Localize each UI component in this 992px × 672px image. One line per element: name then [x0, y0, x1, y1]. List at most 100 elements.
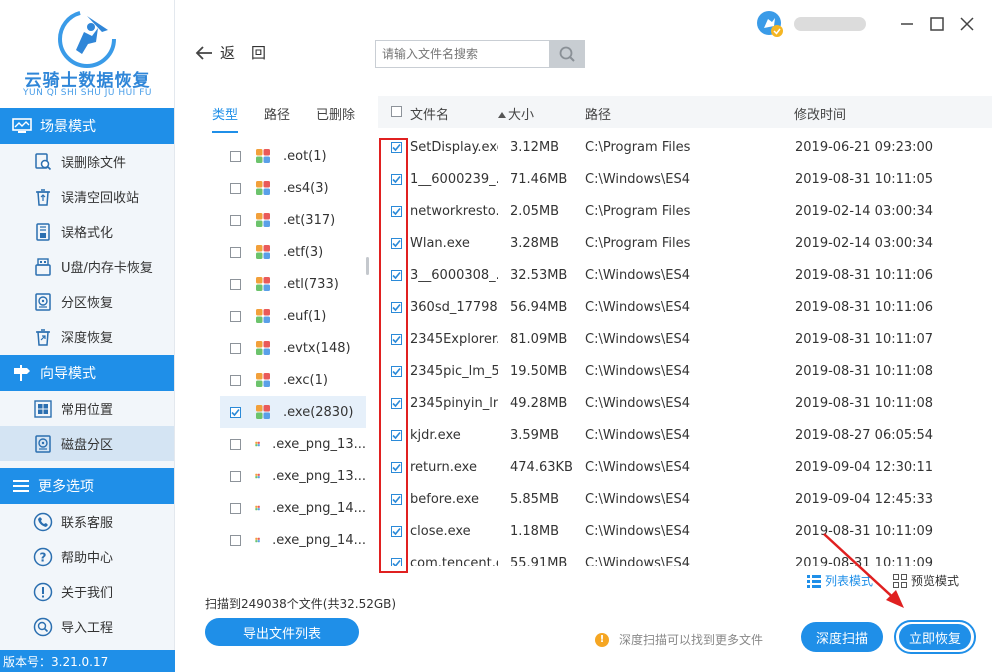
close-icon[interactable] — [956, 13, 978, 35]
type-checkbox[interactable] — [230, 150, 241, 162]
nav-item-partition-recover[interactable]: 分区恢复 — [0, 284, 174, 319]
search-button[interactable] — [549, 40, 585, 68]
user-avatar-icon[interactable] — [756, 10, 784, 38]
nav-item-format[interactable]: 误格式化 — [0, 214, 174, 249]
file-modified: 2019-02-14 03:00:34 — [795, 204, 934, 219]
table-row[interactable]: 2345pic_lm_5... 19.50MB C:\Windows\ES4 2019… — [378, 356, 992, 388]
nav-item-about-us[interactable]: 关于我们 — [0, 574, 174, 609]
type-item[interactable]: .etl(733) — [220, 268, 366, 300]
tab-type[interactable]: 类型 — [212, 104, 239, 133]
file-type-icon — [256, 341, 270, 355]
nav-item-recycle-bin[interactable]: 误清空回收站 — [0, 179, 174, 214]
grid-view-icon — [893, 573, 908, 588]
table-row[interactable]: 360sd_17798... 56.94MB C:\Windows\ES4 2019-… — [378, 292, 992, 324]
type-checkbox[interactable] — [230, 470, 241, 482]
type-item[interactable]: .exe_png_13... — [220, 460, 366, 492]
nav-item-contact-support[interactable]: 联系客服 — [0, 504, 174, 539]
type-item[interactable]: .exe_png_14... — [220, 492, 366, 524]
table-row[interactable]: before.exe 5.85MB C:\Windows\ES4 2019-09-04… — [378, 484, 992, 516]
type-item[interactable]: .exe_png_14... — [220, 524, 366, 556]
table-row[interactable]: 3__6000308_... 32.53MB C:\Windows\ES4 2019-… — [378, 260, 992, 292]
type-item[interactable]: .exc(1) — [220, 364, 366, 396]
type-checkbox[interactable] — [230, 246, 241, 258]
type-label: .exe_png_14... — [272, 500, 366, 516]
type-checkbox[interactable] — [230, 374, 241, 386]
type-list-scrollbar[interactable] — [366, 257, 369, 275]
type-label: .exe_png_13... — [272, 436, 366, 452]
file-name: 2345Explorer... — [410, 332, 498, 347]
app-logo: 云骑士数据恢复 YUN QI SHI SHU JU HUI FU — [0, 0, 174, 108]
table-row[interactable]: networkresto... 2.05MB C:\Program Files 201… — [378, 196, 992, 228]
nav-item-help-center[interactable]: ? 帮助中心 — [0, 539, 174, 574]
phone-icon — [33, 512, 53, 532]
file-type-icon — [256, 373, 270, 387]
type-label: .euf(1) — [283, 308, 327, 324]
table-row[interactable]: com.tencent.e... 55.91MB C:\Windows\ES4 201… — [378, 548, 992, 566]
scan-summary: 扫描到249038个文件(共32.52GB) — [205, 597, 397, 611]
table-row[interactable]: 1__6000239_... 71.46MB C:\Windows\ES4 2019-… — [378, 164, 992, 196]
column-name[interactable]: 文件名 — [410, 104, 449, 123]
nav-item-usb-card[interactable]: U盘/内存卡恢复 — [0, 249, 174, 284]
table-row[interactable]: 2345Explorer... 81.09MB C:\Windows\ES4 2019… — [378, 324, 992, 356]
type-checkbox[interactable] — [230, 182, 241, 194]
file-type-icon — [255, 473, 260, 479]
minimize-icon[interactable] — [896, 13, 918, 35]
nav-item-deleted-files[interactable]: 误删除文件 — [0, 144, 174, 179]
search-bar — [375, 40, 585, 68]
table-row[interactable]: SetDisplay.exe 3.12MB C:\Program Files 2019… — [378, 132, 992, 164]
type-item[interactable]: .et(317) — [220, 204, 366, 236]
export-file-list-button[interactable]: 导出文件列表 — [205, 618, 359, 646]
search-input[interactable] — [375, 40, 549, 68]
type-checkbox[interactable] — [230, 278, 241, 290]
type-checkbox[interactable] — [230, 214, 241, 226]
file-modified: 2019-08-31 10:11:08 — [795, 364, 934, 379]
maximize-icon[interactable] — [926, 13, 948, 35]
file-size: 474.63KB — [510, 460, 573, 475]
type-item[interactable]: .evtx(148) — [220, 332, 366, 364]
tab-path[interactable]: 路径 — [264, 104, 290, 133]
type-checkbox[interactable] — [230, 534, 241, 546]
table-row[interactable]: close.exe 1.18MB C:\Windows\ES4 2019-08-31 … — [378, 516, 992, 548]
type-item[interactable]: .exe_png_13... — [220, 428, 366, 460]
section-wizard-mode[interactable]: 向导模式 — [0, 355, 174, 391]
user-name-blurred[interactable] — [794, 17, 866, 31]
type-item[interactable]: .euf(1) — [220, 300, 366, 332]
type-checkbox[interactable] — [230, 342, 241, 354]
type-checkbox[interactable] — [230, 310, 241, 322]
nav-label: 磁盘分区 — [61, 438, 114, 453]
type-checkbox[interactable] — [230, 406, 241, 418]
nav-item-deep-recover[interactable]: 深度恢复 — [0, 319, 174, 354]
type-checkbox[interactable] — [230, 502, 241, 514]
back-button[interactable]: 返回 — [194, 42, 282, 63]
table-row[interactable]: return.exe 474.63KB C:\Windows\ES4 2019-09-… — [378, 452, 992, 484]
table-row[interactable]: 2345pinyin_lm... 49.28MB C:\Windows\ES4 201… — [378, 388, 992, 420]
column-modified[interactable]: 修改时间 — [794, 104, 846, 123]
section-more-options[interactable]: 更多选项 — [0, 468, 174, 504]
type-checkbox[interactable] — [230, 438, 241, 450]
type-label: .exe_png_14... — [272, 532, 366, 548]
table-row[interactable]: Wlan.exe 3.28MB C:\Program Files 2019-02-14… — [378, 228, 992, 260]
preview-mode-button[interactable]: 预览模式 — [893, 572, 959, 589]
column-path[interactable]: 路径 — [585, 104, 611, 123]
recover-now-button[interactable]: 立即恢复 — [894, 620, 976, 654]
type-item[interactable]: .etf(3) — [220, 236, 366, 268]
type-label: .evtx(148) — [283, 340, 351, 356]
type-item[interactable]: .exe(2830) — [220, 396, 366, 428]
file-name: 2345pinyin_lm... — [410, 396, 498, 411]
nav-item-common-locations[interactable]: 常用位置 — [0, 391, 174, 426]
section-scene-mode[interactable]: 场景模式 — [0, 108, 174, 144]
file-size: 56.94MB — [510, 300, 568, 315]
deep-scan-button[interactable]: 深度扫描 — [801, 622, 883, 652]
tab-deleted[interactable]: 已删除 — [316, 104, 355, 133]
type-item[interactable]: .eot(1) — [220, 140, 366, 172]
column-size[interactable]: 大小 — [498, 104, 534, 123]
nav-item-disk-partition[interactable]: 磁盘分区 — [0, 426, 174, 461]
nav-item-import-project[interactable]: 导入工程 — [0, 609, 174, 644]
file-name: Wlan.exe — [410, 236, 470, 251]
list-mode-button[interactable]: 列表模式 — [807, 572, 873, 589]
select-all-checkbox[interactable] — [391, 106, 402, 117]
nav-label: 分区恢复 — [61, 296, 114, 311]
table-row[interactable]: kjdr.exe 3.59MB C:\Windows\ES4 2019-08-27 0… — [378, 420, 992, 452]
file-type-icon — [255, 505, 260, 511]
type-item[interactable]: .es4(3) — [220, 172, 366, 204]
